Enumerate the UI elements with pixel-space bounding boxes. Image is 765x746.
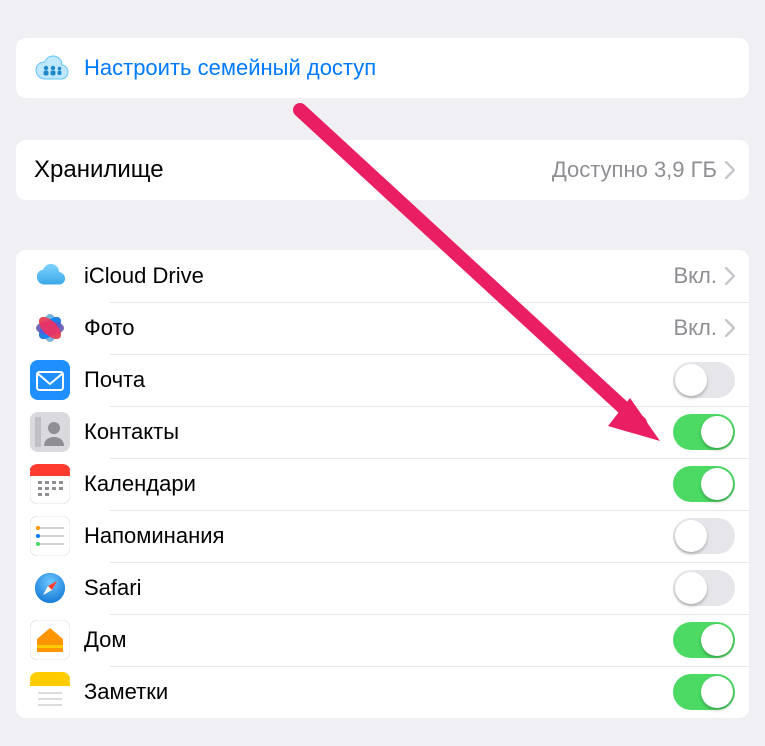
app-row-reminders: Напоминания (16, 510, 749, 562)
app-label: Напоминания (84, 523, 673, 549)
family-sharing-label: Настроить семейный доступ (84, 55, 735, 81)
safari-toggle[interactable] (673, 570, 735, 606)
mail-icon (30, 360, 70, 400)
app-label: Дом (84, 627, 673, 653)
app-label: Заметки (84, 679, 673, 705)
app-value: Вкл. (674, 263, 718, 289)
app-row-safari: Safari (16, 562, 749, 614)
chevron-right-icon (725, 161, 735, 179)
app-row-photos[interactable]: ФотоВкл. (16, 302, 749, 354)
mail-toggle[interactable] (673, 362, 735, 398)
home-icon (30, 620, 70, 660)
notes-toggle[interactable] (673, 674, 735, 710)
app-label: Календари (84, 471, 673, 497)
home-toggle[interactable] (673, 622, 735, 658)
reminders-icon (30, 516, 70, 556)
app-value: Вкл. (674, 315, 718, 341)
app-label: Safari (84, 575, 673, 601)
chevron-right-icon (725, 267, 735, 285)
chevron-right-icon (725, 319, 735, 337)
contacts-icon (30, 412, 70, 452)
safari-icon (30, 568, 70, 608)
apps-list: iCloud DriveВкл.ФотоВкл.ПочтаКонтактыКал… (16, 250, 749, 718)
app-row-contacts: Контакты (16, 406, 749, 458)
calendars-icon (30, 464, 70, 504)
storage-label: Хранилище (34, 156, 552, 184)
app-row-icloud-drive[interactable]: iCloud DriveВкл. (16, 250, 749, 302)
reminders-toggle[interactable] (673, 518, 735, 554)
icloud-drive-icon (30, 256, 70, 296)
app-label: Контакты (84, 419, 673, 445)
app-label: Почта (84, 367, 673, 393)
app-row-mail: Почта (16, 354, 749, 406)
app-row-calendars: Календари (16, 458, 749, 510)
contacts-toggle[interactable] (673, 414, 735, 450)
photos-icon (30, 308, 70, 348)
storage-row[interactable]: Хранилище Доступно 3,9 ГБ (16, 140, 749, 200)
app-label: Фото (84, 315, 674, 341)
app-label: iCloud Drive (84, 263, 674, 289)
app-row-notes: Заметки (16, 666, 749, 718)
notes-icon (30, 672, 70, 712)
storage-value: Доступно 3,9 ГБ (552, 157, 717, 183)
calendars-toggle[interactable] (673, 466, 735, 502)
app-row-home: Дом (16, 614, 749, 666)
family-sharing-row[interactable]: Настроить семейный доступ (16, 38, 749, 98)
family-cloud-icon (30, 53, 70, 83)
